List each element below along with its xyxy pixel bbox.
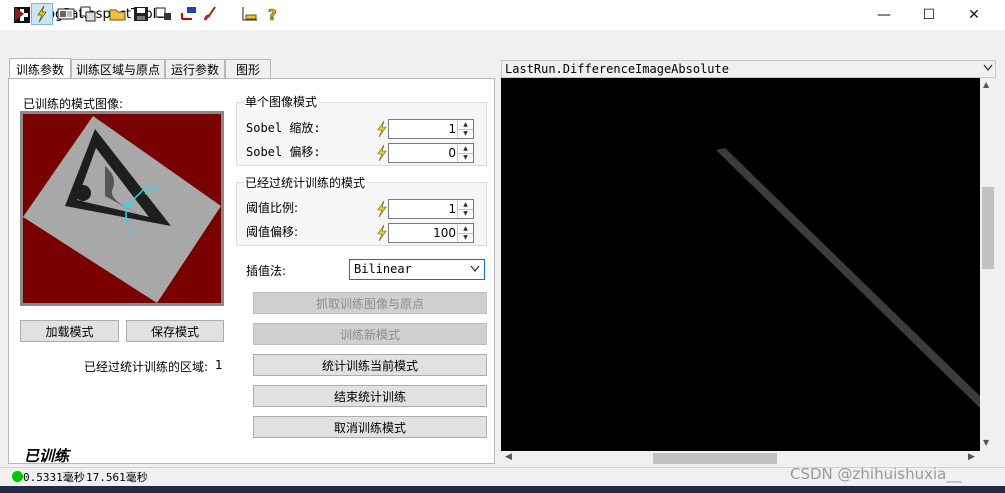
scroll-right-icon[interactable]: ▶ (968, 452, 975, 462)
ruler-icon[interactable] (239, 3, 261, 25)
brush-icon[interactable] (200, 3, 222, 25)
tab-run-params[interactable]: 运行参数 (165, 59, 225, 78)
sobel-offset-stepper[interactable]: 0 ▲ ▼ (388, 143, 474, 163)
stat-region-label: 已经过统计训练的区域: (84, 360, 209, 374)
threshold-offset-down-icon[interactable]: ▼ (458, 233, 473, 242)
tab-graphics[interactable]: 图形 (225, 59, 271, 78)
vertical-scroll-thumb[interactable] (982, 187, 994, 269)
grab-train-image-button[interactable]: 抓取训练图像与原点 (253, 292, 487, 314)
interpolation-select[interactable]: Bilinear (349, 259, 485, 280)
pattern-image-label: 已训练的模式图像: (23, 97, 124, 111)
interpolation-label: 插值法: (246, 264, 287, 278)
open-folder-icon[interactable] (107, 3, 129, 25)
training-status-text: 已训练 (24, 447, 70, 465)
chevron-down-icon (470, 265, 480, 273)
status-ok-icon (12, 471, 23, 482)
svg-text:?: ? (268, 6, 277, 23)
threshold-ratio-stepper[interactable]: 1 ▲ ▼ (388, 199, 474, 219)
display-dropdown-icon[interactable] (983, 64, 993, 72)
edit-icon[interactable] (153, 3, 175, 25)
save-icon[interactable] (130, 3, 152, 25)
sobel-scale-label: Sobel 缩放: (246, 121, 321, 135)
help-icon[interactable]: ? (262, 3, 284, 25)
status-time-2: 17.561毫秒 (86, 471, 148, 484)
sobel-scale-electric-icon (377, 121, 387, 137)
toolbar (0, 30, 1005, 58)
threshold-offset-label: 阈值偏移: (246, 225, 299, 239)
maximize-button[interactable]: ☐ (906, 0, 952, 30)
trained-pattern-image[interactable]: x y (23, 114, 221, 303)
end-stat-train-button[interactable]: 结束统计训练 (253, 385, 487, 407)
run-icon[interactable] (8, 3, 30, 25)
stat-trained-title: 已经过统计训练的模式 (244, 174, 367, 191)
load-pattern-button[interactable]: 加载模式 (20, 320, 119, 342)
sobel-offset-label: Sobel 偏移: (246, 145, 321, 159)
sobel-scale-stepper[interactable]: 1 ▲ ▼ (388, 119, 474, 139)
copy-icon[interactable] (77, 3, 99, 25)
tab-train-region[interactable]: 训练区域与原点 (71, 59, 165, 78)
stat-region-count: 1 (215, 358, 223, 372)
cancel-train-button[interactable]: 取消训练模式 (253, 416, 487, 438)
scroll-up-icon[interactable]: ▲ (983, 80, 989, 89)
threshold-offset-stepper[interactable]: 100 ▲ ▼ (388, 223, 474, 243)
sobel-offset-electric-icon (377, 145, 387, 161)
status-time-1: 0.5331毫秒 (23, 471, 85, 484)
threshold-offset-electric-icon (377, 225, 387, 241)
horizontal-scroll-thumb[interactable] (653, 453, 777, 464)
scroll-left-icon[interactable]: ◀ (505, 452, 512, 462)
difference-image-display[interactable] (501, 78, 980, 451)
svg-text:x: x (155, 183, 161, 193)
single-image-title: 单个图像模式 (244, 93, 319, 110)
watermark: CSDN @zhihuishuxia__ (790, 465, 962, 483)
sobel-scale-down-icon[interactable]: ▼ (458, 129, 473, 138)
sobel-offset-down-icon[interactable]: ▼ (458, 153, 473, 162)
train-new-pattern-button[interactable]: 训练新模式 (253, 323, 487, 345)
save-pattern-button[interactable]: 保存模式 (126, 320, 224, 342)
electric-icon[interactable] (31, 3, 53, 25)
stat-train-current-button[interactable]: 统计训练当前模式 (253, 354, 487, 376)
threshold-ratio-label: 阈值比例: (246, 201, 299, 215)
display-title: LastRun.DifferenceImageAbsolute (505, 62, 729, 76)
svg-text:y: y (128, 227, 134, 237)
reset-icon[interactable] (177, 3, 199, 25)
threshold-ratio-electric-icon (377, 201, 387, 217)
scroll-down-icon[interactable]: ▼ (983, 438, 989, 447)
tab-train-params[interactable]: 训练参数 (9, 58, 71, 79)
desktop-strip (0, 486, 1005, 493)
threshold-ratio-down-icon[interactable]: ▼ (458, 209, 473, 218)
close-button[interactable]: ✕ (951, 0, 997, 30)
display-icon[interactable] (55, 3, 77, 25)
minimize-button[interactable]: — (861, 0, 907, 30)
